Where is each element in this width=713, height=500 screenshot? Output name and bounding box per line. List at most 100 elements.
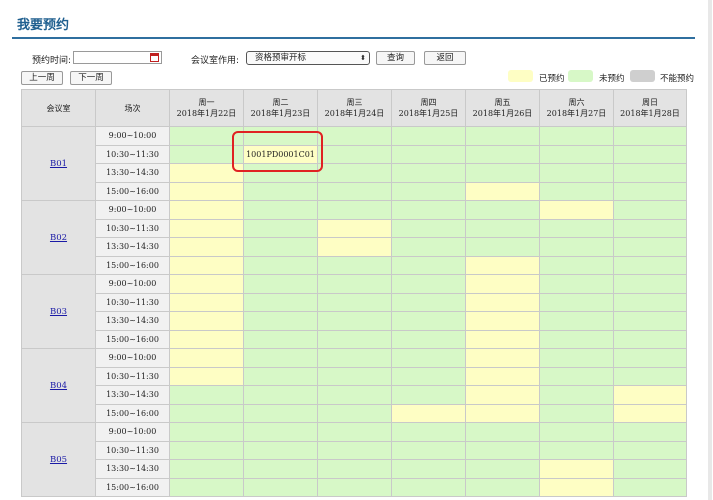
slot-cell-free[interactable] [465, 218, 540, 238]
slot-cell-booked[interactable] [465, 311, 540, 331]
slot-cell-free[interactable] [243, 459, 318, 479]
slot-cell-free[interactable] [539, 218, 614, 238]
slot-cell-free[interactable] [391, 181, 466, 201]
slot-cell-free[interactable] [391, 292, 466, 312]
slot-cell-booked[interactable] [613, 403, 687, 423]
slot-cell-free[interactable] [317, 144, 392, 164]
slot-cell-free[interactable] [391, 126, 466, 146]
slot-cell-booked[interactable] [169, 329, 244, 349]
slot-cell-free[interactable] [317, 348, 392, 368]
slot-cell-free[interactable] [169, 459, 244, 479]
slot-cell-free[interactable] [539, 440, 614, 460]
slot-cell-free[interactable] [613, 311, 687, 331]
slot-cell-free[interactable] [465, 163, 540, 183]
slot-cell-free[interactable] [539, 292, 614, 312]
slot-cell-free[interactable] [613, 422, 687, 442]
query-button[interactable]: 查询 [376, 51, 415, 65]
room-link[interactable]: B02 [50, 233, 67, 243]
slot-cell-free[interactable] [539, 385, 614, 405]
slot-cell-booked[interactable] [169, 366, 244, 386]
slot-cell-free[interactable] [613, 366, 687, 386]
slot-cell-free[interactable] [317, 274, 392, 294]
slot-cell-booked[interactable] [465, 181, 540, 201]
slot-cell-booked[interactable] [465, 403, 540, 423]
slot-cell-free[interactable] [465, 477, 540, 497]
slot-cell-free[interactable] [243, 422, 318, 442]
slot-cell-free[interactable] [391, 477, 466, 497]
slot-cell-booked[interactable] [465, 385, 540, 405]
slot-cell-free[interactable] [391, 255, 466, 275]
slot-cell-free[interactable] [243, 385, 318, 405]
slot-cell-free[interactable] [613, 144, 687, 164]
slot-cell-free[interactable] [539, 311, 614, 331]
slot-cell-free[interactable] [613, 237, 687, 257]
slot-cell-free[interactable] [243, 181, 318, 201]
slot-cell-free[interactable] [539, 403, 614, 423]
slot-cell-free[interactable] [317, 385, 392, 405]
slot-cell-free[interactable] [391, 348, 466, 368]
slot-cell-free[interactable] [613, 163, 687, 183]
next-week-button[interactable]: 下一周 [70, 71, 112, 85]
slot-cell-free[interactable] [465, 422, 540, 442]
slot-cell-free[interactable] [539, 348, 614, 368]
slot-cell-free[interactable] [539, 181, 614, 201]
slot-cell-free[interactable] [391, 459, 466, 479]
slot-cell-free[interactable] [317, 366, 392, 386]
slot-cell-free[interactable] [317, 292, 392, 312]
slot-cell-free[interactable] [613, 181, 687, 201]
slot-cell-free[interactable] [317, 163, 392, 183]
slot-cell-free[interactable] [317, 255, 392, 275]
slot-cell-free[interactable] [317, 200, 392, 220]
slot-cell-free[interactable] [391, 200, 466, 220]
slot-cell-free[interactable] [243, 440, 318, 460]
slot-cell-free[interactable] [243, 218, 318, 238]
slot-cell-free[interactable] [539, 366, 614, 386]
slot-cell-free[interactable] [465, 459, 540, 479]
slot-cell-booked[interactable] [391, 403, 466, 423]
slot-cell-free[interactable] [391, 218, 466, 238]
slot-cell-free[interactable] [391, 366, 466, 386]
prev-week-button[interactable]: 上一周 [21, 71, 63, 85]
slot-cell-free[interactable] [391, 237, 466, 257]
slot-cell-free[interactable] [169, 477, 244, 497]
room-link[interactable]: B01 [50, 159, 67, 169]
slot-cell-free[interactable] [613, 255, 687, 275]
slot-cell-free[interactable] [613, 348, 687, 368]
date-input[interactable] [73, 51, 162, 64]
slot-cell-free[interactable] [539, 237, 614, 257]
slot-cell-free[interactable] [613, 218, 687, 238]
slot-cell-free[interactable] [391, 329, 466, 349]
slot-cell-free[interactable] [243, 292, 318, 312]
slot-cell-booked[interactable] [317, 237, 392, 257]
slot-cell-free[interactable] [243, 237, 318, 257]
slot-cell-free[interactable] [391, 274, 466, 294]
slot-cell-booked[interactable] [317, 218, 392, 238]
slot-cell-free[interactable] [391, 422, 466, 442]
room-link[interactable]: B04 [50, 381, 67, 391]
slot-cell-free[interactable] [391, 440, 466, 460]
slot-cell-free[interactable] [539, 255, 614, 275]
slot-cell-free[interactable] [243, 348, 318, 368]
slot-cell-booked[interactable] [539, 477, 614, 497]
slot-cell-booked[interactable] [465, 366, 540, 386]
slot-cell-booked[interactable] [465, 348, 540, 368]
slot-cell-booked[interactable] [465, 329, 540, 349]
slot-cell-free[interactable] [243, 274, 318, 294]
slot-cell-free[interactable] [391, 385, 466, 405]
slot-cell-free[interactable] [465, 200, 540, 220]
slot-cell-booked[interactable] [169, 200, 244, 220]
slot-cell-free[interactable] [613, 126, 687, 146]
slot-cell-free[interactable] [169, 440, 244, 460]
slot-cell-free[interactable] [243, 366, 318, 386]
slot-cell-free[interactable] [539, 422, 614, 442]
slot-cell-booked[interactable] [169, 218, 244, 238]
slot-cell-booked[interactable] [465, 292, 540, 312]
slot-cell-free[interactable] [243, 477, 318, 497]
slot-cell-free[interactable] [465, 440, 540, 460]
slot-cell-booked[interactable] [169, 237, 244, 257]
slot-cell-free[interactable] [613, 200, 687, 220]
slot-cell-booked[interactable] [169, 255, 244, 275]
slot-cell-free[interactable] [317, 311, 392, 331]
slot-cell-free[interactable] [391, 144, 466, 164]
slot-cell-free[interactable] [613, 477, 687, 497]
